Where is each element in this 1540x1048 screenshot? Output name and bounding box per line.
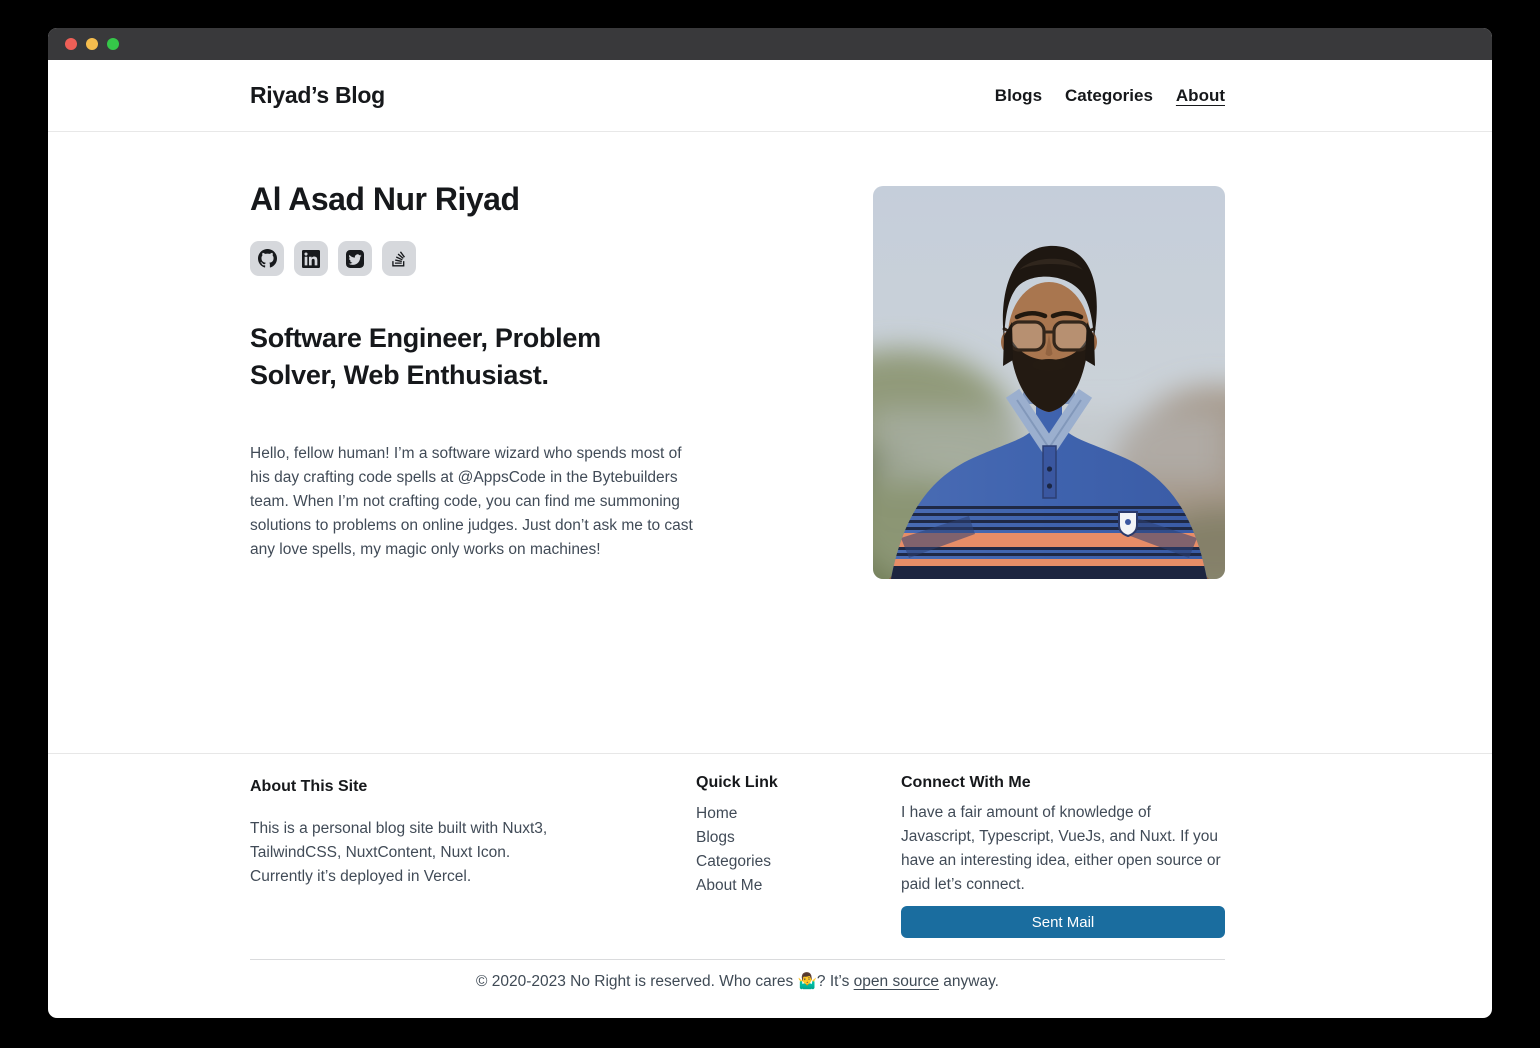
social-links [250,241,416,276]
nav-link-blogs[interactable]: Blogs [995,86,1042,106]
profile-subtitle: Software Engineer, Problem Solver, Web E… [250,320,601,394]
site-header: Riyad’s Blog Blogs Categories About [48,60,1492,132]
copyright-divider [250,959,1225,960]
footer-link-blogs[interactable]: Blogs [696,826,856,850]
open-source-link[interactable]: open source [854,973,939,990]
copyright-suffix: anyway. [939,973,999,990]
copyright-middle: ? It’s [817,973,854,990]
subtitle-line-2: Solver, Web Enthusiast. [250,357,601,394]
footer-connect-title: Connect With Me [901,774,1225,792]
copyright-text: © 2020-2023 No Right is reserved. Who ca… [250,972,1225,991]
footer-link-about-me[interactable]: About Me [696,874,856,898]
sent-mail-button[interactable]: Sent Mail [901,906,1225,938]
linkedin-link[interactable] [294,241,328,276]
subtitle-line-1: Software Engineer, Problem [250,320,601,357]
footer-divider [48,753,1492,754]
profile-photo [873,186,1225,579]
github-icon [258,249,277,268]
nav-link-categories[interactable]: Categories [1065,86,1153,106]
main-nav: Blogs Categories About [995,86,1225,106]
github-link[interactable] [250,241,284,276]
close-window-button[interactable] [65,38,77,50]
profile-bio: Hello, fellow human! I’m a software wiza… [250,442,700,562]
stackoverflow-link[interactable] [382,241,416,276]
footer-quicklinks-title: Quick Link [696,774,856,792]
maximize-window-button[interactable] [107,38,119,50]
footer-about-title: About This Site [250,778,562,796]
copyright-prefix: © 2020-2023 No Right is reserved. Who ca… [476,973,798,990]
twitter-link[interactable] [338,241,372,276]
footer-connect-text: I have a fair amount of knowledge of Jav… [901,801,1225,897]
profile-name-heading: Al Asad Nur Riyad [250,178,519,220]
twitter-icon [346,250,364,268]
footer-about-text: This is a personal blog site built with … [250,817,562,889]
minimize-window-button[interactable] [86,38,98,50]
shrug-emoji: 🤷‍♂️ [798,973,817,990]
stackoverflow-icon [390,250,408,268]
nav-link-about[interactable]: About [1176,86,1225,106]
site-title: Riyad’s Blog [250,82,385,109]
footer-quicklinks-section: Quick Link Home Blogs Categories About M… [696,774,856,898]
footer-link-home[interactable]: Home [696,802,856,826]
window-titlebar [48,28,1492,60]
footer-connect-section: Connect With Me I have a fair amount of … [901,774,1225,897]
browser-window: Riyad’s Blog Blogs Categories About Al A… [48,28,1492,1018]
linkedin-icon [302,250,320,268]
footer-about-section: About This Site This is a personal blog … [250,778,562,889]
footer-link-categories[interactable]: Categories [696,850,856,874]
